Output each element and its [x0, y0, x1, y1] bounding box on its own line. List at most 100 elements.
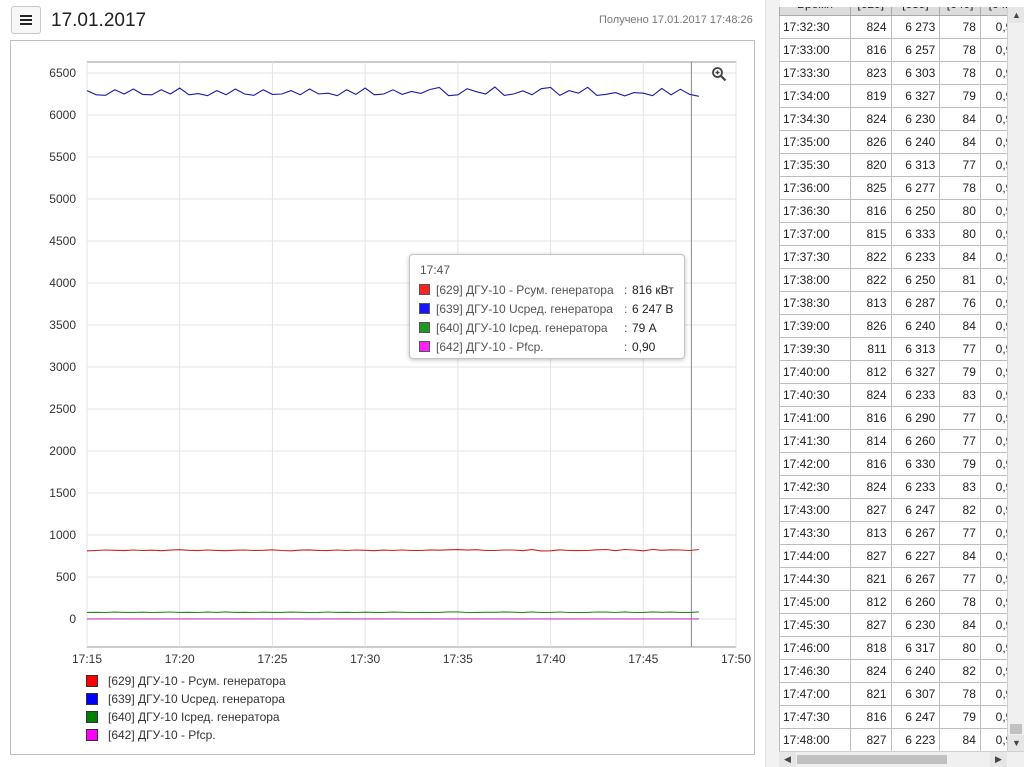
- table-row[interactable]: 17:35:308206 313770,96: [779, 153, 1024, 177]
- table-row[interactable]: 17:44:308216 267770,97: [779, 567, 1024, 591]
- vertical-scrollbar[interactable]: ▲ ▼: [1007, 7, 1024, 751]
- cell-629: 821: [850, 682, 892, 706]
- table-row[interactable]: 17:43:308136 267770,93: [779, 521, 1024, 545]
- cell-639: 6 303: [890, 61, 941, 85]
- table-row[interactable]: 17:46:008186 317800,98: [779, 636, 1024, 660]
- cell-639: 6 333: [890, 222, 941, 246]
- tooltip-row-642: [642] ДГУ-10 - Pfср. : 0,90: [419, 340, 681, 356]
- cell-640: 77: [939, 406, 981, 430]
- cell-639: 6 240: [890, 314, 941, 338]
- legend-item-639[interactable]: [639] ДГУ-10 Uсред. генератора: [86, 692, 386, 706]
- table-row[interactable]: 17:46:308246 240820,98: [779, 659, 1024, 683]
- scroll-left-icon[interactable]: ◀: [779, 752, 796, 767]
- cell-640: 81: [939, 268, 981, 292]
- scroll-right-icon[interactable]: ▶: [990, 752, 1007, 767]
- cell-629: 823: [850, 61, 892, 85]
- table-row[interactable]: 17:33:308236 303780,93: [779, 61, 1024, 85]
- cell-639: 6 267: [890, 521, 941, 545]
- cell-time: 17:47:30: [779, 705, 851, 729]
- table-row[interactable]: 17:42:308246 233830,94: [779, 475, 1024, 499]
- cell-639: 6 313: [890, 337, 941, 361]
- x-tick-label: 17:35: [443, 652, 473, 666]
- cell-639: 6 307: [890, 682, 941, 706]
- table-row[interactable]: 17:36:008256 277780,96: [779, 176, 1024, 200]
- table-row[interactable]: 17:35:008266 240840,96: [779, 130, 1024, 154]
- legend-item-640[interactable]: [640] ДГУ-10 Iсред. генератора: [86, 710, 386, 724]
- table-row[interactable]: 17:33:008166 257780,90: [779, 38, 1024, 62]
- cell-629: 825: [850, 176, 892, 200]
- cell-time: 17:37:30: [779, 245, 851, 269]
- cell-629: 813: [850, 521, 892, 545]
- table-row[interactable]: 17:48:008276 223840,94: [779, 728, 1024, 752]
- y-tick-label: 3000: [49, 360, 76, 374]
- cell-time: 17:41:00: [779, 406, 851, 430]
- cell-640: 84: [939, 245, 981, 269]
- horizontal-scrollbar[interactable]: ◀ ▶: [779, 751, 1024, 767]
- table-row[interactable]: 17:34:308246 230840,94: [779, 107, 1024, 131]
- table-row[interactable]: 17:43:008276 247820,98: [779, 498, 1024, 522]
- table-row[interactable]: 17:47:308166 247790,90: [779, 705, 1024, 729]
- table-row[interactable]: 17:38:308136 287760,90: [779, 291, 1024, 315]
- table-row[interactable]: 17:38:008226 250810,96: [779, 268, 1024, 292]
- table-row[interactable]: 17:40:008126 327790,98: [779, 360, 1024, 384]
- tooltip-row-639: [639] ДГУ-10 Uсред. генератора : 6 247 В: [419, 302, 681, 318]
- cell-time: 17:39:00: [779, 314, 851, 338]
- column-header-640[interactable]: [640]: [939, 7, 981, 16]
- cell-time: 17:44:30: [779, 567, 851, 591]
- x-tick-label: 17:25: [257, 652, 287, 666]
- cell-639: 6 313: [890, 153, 941, 177]
- tooltip-series-name: [629] ДГУ-10 - Pсум. генератора: [436, 283, 614, 297]
- legend-swatch: [86, 711, 98, 723]
- cell-639: 6 327: [890, 84, 941, 108]
- table-row[interactable]: 17:45:008126 260780,91: [779, 590, 1024, 614]
- cell-time: 17:39:30: [779, 337, 851, 361]
- cell-639: 6 250: [890, 199, 941, 223]
- cell-639: 6 227: [890, 544, 941, 568]
- table-row[interactable]: 17:41:008166 290770,95: [779, 406, 1024, 430]
- zoom-in-icon[interactable]: [711, 66, 727, 82]
- data-table-panel[interactable]: Время [629] [639] [640] [642] 17:32:3082…: [779, 7, 1024, 767]
- scroll-down-icon[interactable]: ▼: [1008, 735, 1024, 751]
- table-row[interactable]: 17:37:308226 233840,95: [779, 245, 1024, 269]
- cell-629: 813: [850, 291, 892, 315]
- legend-swatch: [86, 729, 98, 741]
- cell-640: 84: [939, 728, 981, 752]
- table-row[interactable]: 17:37:008156 333800,97: [779, 222, 1024, 246]
- table-row[interactable]: 17:39:308116 313770,90: [779, 337, 1024, 361]
- table-row[interactable]: 17:41:308146 260770,90: [779, 429, 1024, 453]
- table-row[interactable]: 17:47:008216 307780,93: [779, 682, 1024, 706]
- column-header-629[interactable]: [629]: [850, 7, 892, 16]
- legend-item-642[interactable]: [642] ДГУ-10 - Pfср.: [86, 728, 386, 742]
- cell-640: 77: [939, 153, 981, 177]
- column-header-time[interactable]: Время: [779, 7, 851, 16]
- cell-639: 6 230: [890, 107, 941, 131]
- table-row[interactable]: 17:42:008166 330790,95: [779, 452, 1024, 476]
- table-row[interactable]: 17:32:308246 273780,93: [779, 15, 1024, 39]
- table-row[interactable]: 17:36:308166 250800,91: [779, 199, 1024, 223]
- cell-time: 17:47:00: [779, 682, 851, 706]
- scroll-up-icon[interactable]: ▲: [1008, 7, 1024, 23]
- cell-639: 6 317: [890, 636, 941, 660]
- cell-629: 821: [850, 567, 892, 591]
- x-tick-label: 17:30: [350, 652, 380, 666]
- table-row[interactable]: 17:44:008276 227840,95: [779, 544, 1024, 568]
- cell-639: 6 277: [890, 176, 941, 200]
- cell-639: 6 260: [890, 429, 941, 453]
- legend-label: [629] ДГУ-10 - Рсум. генератора: [108, 674, 286, 688]
- horizontal-scroll-thumb[interactable]: [797, 755, 947, 764]
- cell-time: 17:42:30: [779, 475, 851, 499]
- legend-item-629[interactable]: [629] ДГУ-10 - Рсум. генератора: [86, 674, 386, 688]
- table-row[interactable]: 17:45:308276 230840,96: [779, 613, 1024, 637]
- cell-629: 824: [850, 659, 892, 683]
- vertical-scroll-thumb[interactable]: [1010, 724, 1022, 734]
- table-row[interactable]: 17:34:008196 327790,95: [779, 84, 1024, 108]
- table-row[interactable]: 17:40:308246 233830,97: [779, 383, 1024, 407]
- cell-640: 78: [939, 176, 981, 200]
- legend-label: [642] ДГУ-10 - Pfср.: [108, 728, 216, 742]
- cell-time: 17:45:30: [779, 613, 851, 637]
- cell-time: 17:40:00: [779, 360, 851, 384]
- column-header-639[interactable]: [639]: [890, 7, 941, 16]
- table-row[interactable]: 17:39:008266 240840,96: [779, 314, 1024, 338]
- line-chart[interactable]: 0 500 1000 1500 2000 2500 3000 3500 4000 4500 5000…: [0, 0, 760, 767]
- tooltip-series-value: 0,90: [632, 340, 656, 354]
